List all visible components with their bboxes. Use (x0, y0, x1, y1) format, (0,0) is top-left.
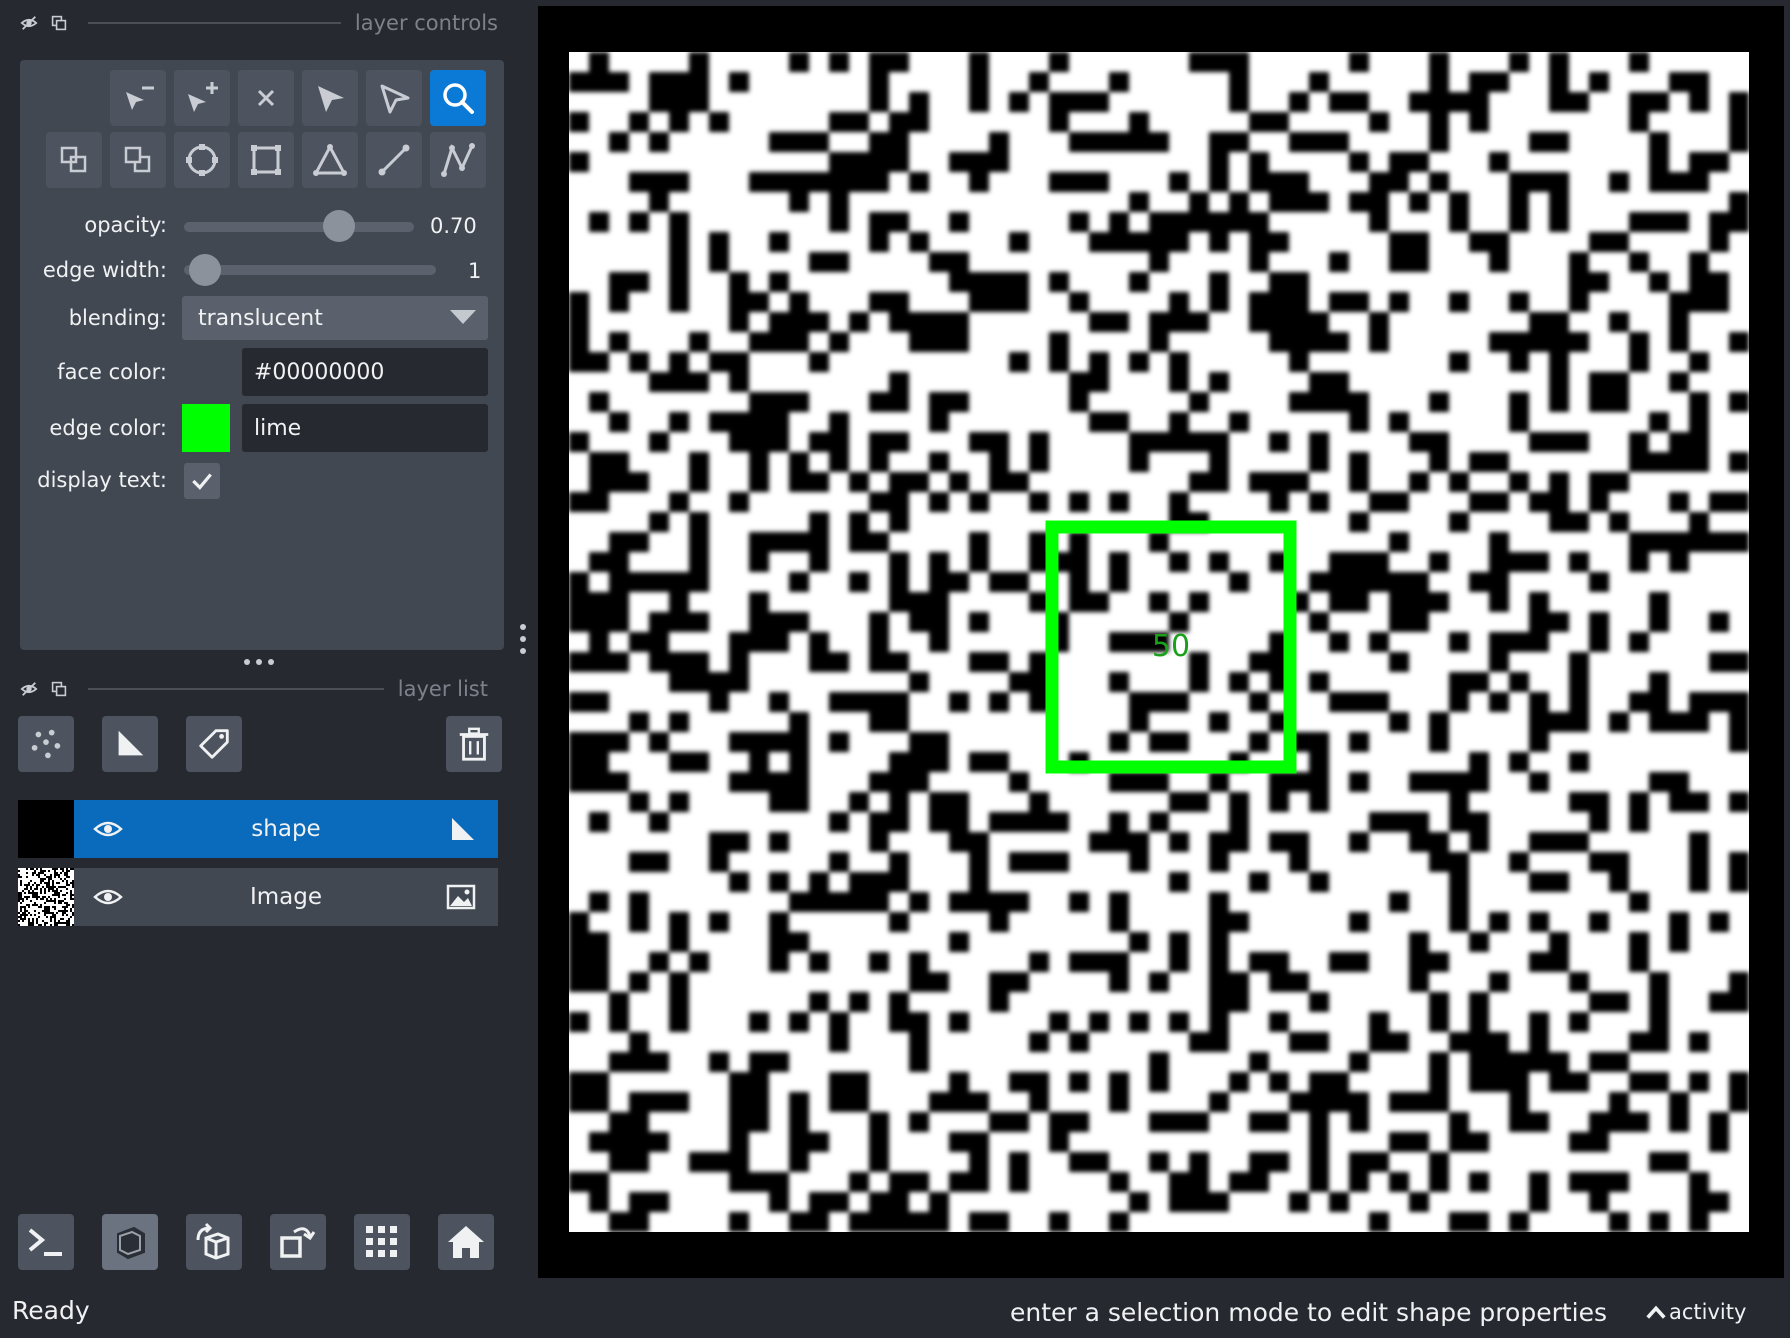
new-shapes-layer-button[interactable] (102, 716, 158, 772)
chevron-down-icon (450, 310, 476, 324)
layer-thumbnail (18, 868, 74, 926)
console-button[interactable] (18, 1214, 74, 1270)
image-thumbnail (18, 868, 74, 926)
face-color-label: face color: (57, 360, 167, 384)
transpose-icon (280, 1227, 316, 1258)
edge-color-swatch[interactable] (182, 404, 230, 452)
layer-row-shape[interactable]: shape (18, 800, 498, 858)
magnifier-icon (443, 83, 474, 114)
direct-select-button[interactable] (366, 70, 422, 126)
dock-splitter-handle[interactable] (244, 659, 274, 665)
points-icon (31, 729, 61, 759)
layer-thumbnail (18, 800, 74, 858)
add-line-button[interactable] (366, 132, 422, 188)
close-icon (257, 89, 275, 107)
header-divider (88, 688, 384, 690)
image-icon (446, 884, 476, 910)
face-color-field[interactable]: #00000000 (242, 348, 488, 396)
rotate-cube-icon (196, 1222, 230, 1260)
float-panel-icon[interactable] (18, 12, 40, 34)
layer-list-header: layer list (18, 674, 498, 704)
hollow-arrow-icon (380, 84, 410, 114)
opacity-slider-handle[interactable] (322, 210, 355, 242)
layer-controls-header: layer controls (18, 8, 498, 38)
move-front-icon (60, 146, 87, 173)
triangle-icon (313, 143, 347, 176)
toggle-ndisplay-button[interactable] (102, 1214, 158, 1270)
ellipse-icon (186, 144, 218, 176)
add-ellipse-button[interactable] (174, 132, 230, 188)
rectangle-icon (251, 145, 281, 175)
dock-panel-icon[interactable] (48, 12, 70, 34)
display-text-checkbox[interactable] (184, 463, 220, 499)
line-icon (378, 144, 410, 176)
toggle-grid-button[interactable] (354, 1214, 410, 1270)
label-tag-icon (199, 729, 229, 759)
checkmark-icon (192, 473, 212, 490)
status-message: enter a selection mode to edit shape pro… (1010, 1298, 1608, 1327)
add-rectangle-button[interactable] (238, 132, 294, 188)
shapes-icon (452, 818, 474, 840)
dock-panel-icon[interactable] (48, 678, 70, 700)
transpose-dimensions-button[interactable] (270, 1214, 326, 1270)
layer-row-image[interactable]: Image (18, 868, 498, 926)
face-color-value: #00000000 (254, 359, 385, 385)
edge-width-slider-handle[interactable] (189, 254, 221, 286)
blending-value: translucent (198, 305, 323, 331)
grid-icon (366, 1226, 397, 1257)
move-back-icon (124, 146, 151, 173)
cube-2d-icon (117, 1226, 145, 1260)
edge-width-value: 1 (468, 259, 482, 283)
reset-view-button[interactable] (438, 1214, 494, 1270)
add-vertex-button[interactable] (174, 70, 230, 126)
float-panel-icon[interactable] (18, 678, 40, 700)
add-path-button[interactable] (430, 132, 486, 188)
move-front-button[interactable] (46, 132, 102, 188)
home-icon (448, 1226, 484, 1258)
chevron-up-icon (1646, 1305, 1666, 1319)
activity-button[interactable]: activity (1643, 1300, 1746, 1324)
edge-color-value: lime (254, 415, 302, 441)
filled-arrow-icon (318, 86, 344, 112)
new-points-layer-button[interactable] (18, 716, 74, 772)
image-layer-render: 50 (569, 52, 1749, 1232)
move-back-button[interactable] (110, 132, 166, 188)
layer-name[interactable]: shape (74, 816, 498, 842)
status-ready: Ready (12, 1296, 90, 1325)
blending-label: blending: (68, 306, 167, 330)
terminal-icon (28, 1228, 62, 1256)
edge-width-slider[interactable] (184, 265, 436, 275)
delete-shape-button[interactable] (238, 70, 294, 126)
layer-list-title: layer list (397, 677, 488, 701)
layer-name[interactable]: Image (74, 884, 498, 910)
delete-layer-button[interactable] (446, 716, 502, 772)
edge-width-label: edge width: (42, 258, 167, 282)
shape-text: 50 (1152, 629, 1190, 664)
opacity-value: 0.70 (430, 214, 477, 238)
header-divider (88, 22, 341, 24)
layer-controls-title: layer controls (354, 11, 498, 35)
remove-vertex-icon (126, 86, 154, 110)
opacity-label: opacity: (84, 213, 167, 237)
new-labels-layer-button[interactable] (186, 716, 242, 772)
edge-color-field[interactable]: lime (242, 404, 488, 452)
activity-label: activity (1669, 1300, 1747, 1324)
roll-dimensions-button[interactable] (186, 1214, 242, 1270)
edge-color-label: edge color: (49, 416, 167, 440)
pan-zoom-button[interactable] (430, 70, 486, 126)
panel-splitter-handle[interactable] (520, 624, 528, 660)
add-polygon-button[interactable] (302, 132, 358, 188)
select-shapes-button[interactable] (302, 70, 358, 126)
opacity-slider[interactable] (184, 222, 414, 232)
display-text-label: display text: (37, 468, 167, 492)
trash-icon (459, 727, 489, 761)
blending-dropdown[interactable]: translucent (182, 296, 488, 340)
remove-vertex-button[interactable] (110, 70, 166, 126)
shapes-icon (118, 730, 144, 756)
path-icon (441, 143, 475, 177)
add-vertex-icon (188, 82, 218, 112)
